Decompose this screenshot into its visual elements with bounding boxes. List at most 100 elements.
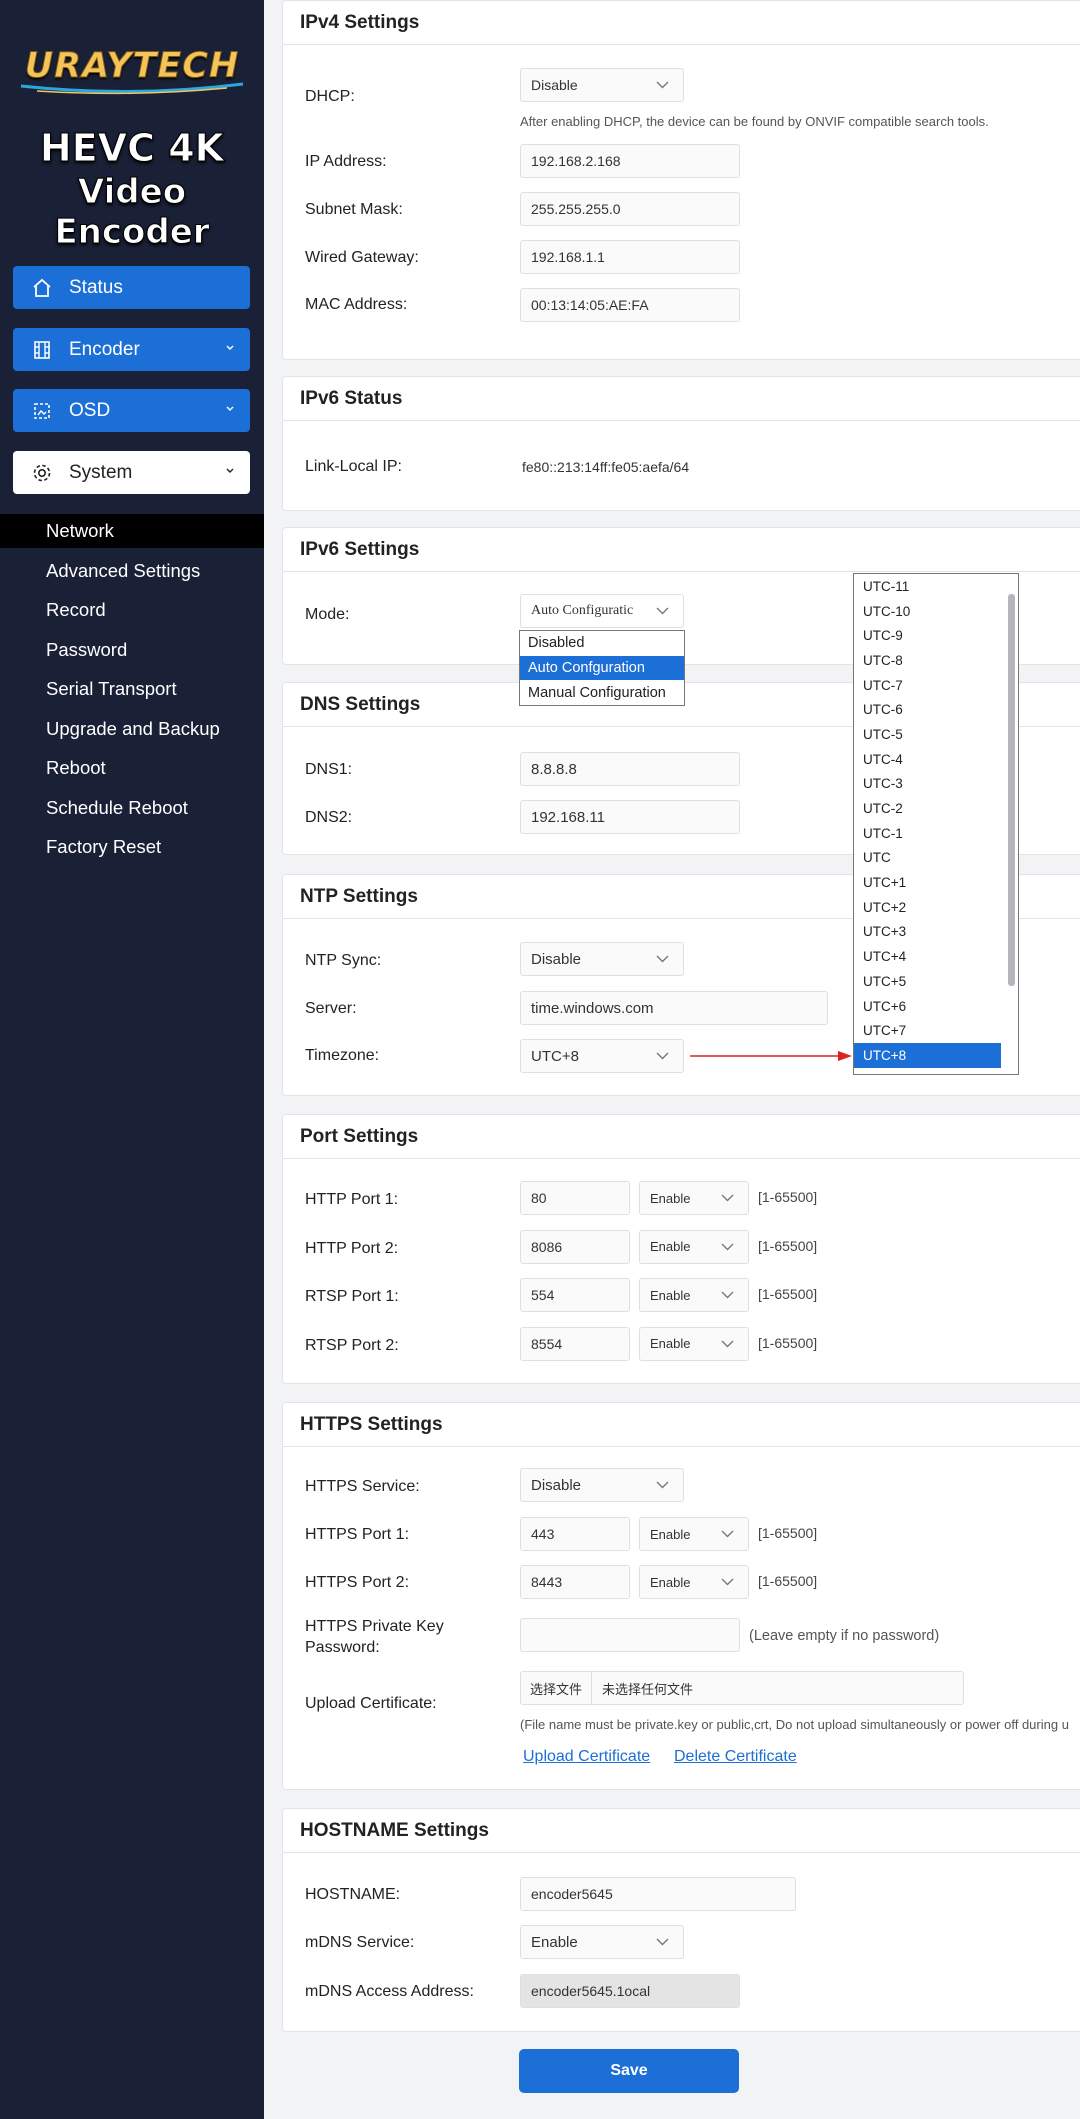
timezone-option[interactable]: UTC+8	[854, 1043, 1001, 1068]
timezone-option[interactable]: UTC-11	[854, 574, 1001, 599]
https-port1-state-select[interactable]: Enable	[639, 1517, 749, 1551]
timezone-option[interactable]: UTC-9	[854, 623, 1001, 648]
port-input[interactable]: 554	[520, 1278, 630, 1312]
timezone-option[interactable]: UTC-3	[854, 772, 1001, 797]
https-port1-state: Enable	[650, 1526, 691, 1542]
timezone-option[interactable]: UTC-4	[854, 747, 1001, 772]
timezone-option[interactable]: UTC-5	[854, 722, 1001, 747]
nav-system-label: System	[69, 461, 133, 483]
chevron-down-icon	[721, 1291, 734, 1299]
dns2-input[interactable]: 192.168.11	[520, 800, 740, 834]
delete-certificate-link[interactable]: Delete Certificate	[674, 1748, 797, 1766]
sidebar-item-label: Password	[46, 639, 128, 660]
sidebar-item-upgrade-backup[interactable]: Upgrade and Backup	[0, 712, 264, 746]
ntp-sync-select[interactable]: Disable	[520, 942, 684, 976]
timezone-select[interactable]: UTC+8	[520, 1039, 684, 1073]
mac-address-input[interactable]: 00:13:14:05:AE:FA	[520, 288, 740, 322]
subnet-mask-input[interactable]: 255.255.255.0	[520, 192, 740, 226]
port-label: RTSP Port 1:	[305, 1288, 399, 1305]
timezone-option[interactable]: UTC-1	[854, 821, 1001, 846]
nav-status[interactable]: Status	[13, 266, 250, 309]
certificate-file-picker[interactable]: 选择文件 未选择任何文件	[520, 1671, 964, 1705]
timezone-option[interactable]: UTC+1	[854, 870, 1001, 895]
gateway-input[interactable]: 192.168.1.1	[520, 240, 740, 274]
ntp-server-input[interactable]: time.windows.com	[520, 991, 828, 1025]
ipv6-mode-select-value: Auto Configuratic	[531, 603, 634, 618]
port-input[interactable]: 8086	[520, 1229, 630, 1264]
ipv6-status-panel: IPv6 Status Link-Local IP: fe80::213:14f…	[282, 376, 1080, 511]
chevron-down-icon	[721, 1530, 734, 1538]
timezone-option[interactable]: UTC+3	[854, 920, 1001, 945]
mode-option-auto[interactable]: Auto Confguration	[520, 655, 684, 681]
ipv6-mode-select[interactable]: Auto Configuratic	[520, 594, 684, 628]
red-arrow-icon	[690, 1051, 852, 1061]
timezone-option[interactable]: UTC-6	[854, 697, 1001, 722]
timezone-scrollbar[interactable]	[1008, 594, 1015, 986]
https-service-select[interactable]: Disable	[520, 1468, 684, 1502]
nav-encoder[interactable]: Encoder	[13, 328, 250, 371]
port-state-select[interactable]: Enable	[639, 1278, 749, 1312]
port-state-select[interactable]: Enable	[639, 1229, 749, 1264]
sidebar-item-serial-transport[interactable]: Serial Transport	[0, 672, 264, 706]
ip-address-input[interactable]: 192.168.2.168	[520, 144, 740, 178]
chevron-down-icon	[656, 81, 669, 89]
dns1-input[interactable]: 8.8.8.8	[520, 752, 740, 786]
sidebar-item-schedule-reboot[interactable]: Schedule Reboot	[0, 791, 264, 825]
https-port2-range: [1-65500]	[758, 1573, 818, 1589]
port-state-select[interactable]: Enable	[639, 1181, 749, 1215]
chevron-down-icon	[656, 1481, 669, 1489]
osd-icon	[34, 403, 50, 419]
sidebar-item-reboot[interactable]: Reboot	[0, 751, 264, 785]
mode-option-manual[interactable]: Manual Configuration	[520, 680, 684, 705]
mdns-service-select[interactable]: Enable	[520, 1925, 684, 1959]
sidebar-item-factory-reset[interactable]: Factory Reset	[0, 830, 264, 864]
upload-certificate-link[interactable]: Upload Certificate	[523, 1748, 650, 1766]
port-state-select[interactable]: Enable	[639, 1326, 749, 1361]
private-key-password-input[interactable]	[520, 1618, 740, 1652]
chevron-down-icon	[226, 468, 234, 473]
hostname-input[interactable]: encoder5645	[520, 1877, 796, 1911]
https-service-value: Disable	[531, 1476, 582, 1494]
port-input[interactable]: 8554	[520, 1326, 630, 1361]
timezone-option[interactable]: UTC-10	[854, 599, 1001, 624]
choose-file-button[interactable]: 选择文件	[521, 1672, 593, 1704]
https-port2-state-select[interactable]: Enable	[639, 1565, 749, 1599]
product-name-line2: Video Encoder	[54, 172, 210, 253]
chevron-down-icon	[721, 1243, 734, 1250]
nav-osd[interactable]: OSD	[13, 389, 250, 432]
timezone-option[interactable]: UTC+6	[854, 994, 1001, 1019]
chevron-down-icon	[226, 406, 234, 411]
timezone-option[interactable]: UTC-2	[854, 796, 1001, 821]
sidebar-item-network[interactable]: Network	[0, 514, 264, 548]
film-icon	[34, 341, 50, 359]
link-local-value: fe80::213:14ff:fe05:aefa/64	[522, 459, 690, 475]
port-range: [1-65500]	[758, 1334, 818, 1351]
timezone-option[interactable]: UTC-8	[854, 648, 1001, 673]
sidebar-item-record[interactable]: Record	[0, 593, 264, 627]
nav-system[interactable]: System	[13, 451, 250, 494]
chevron-down-icon	[721, 1578, 734, 1586]
private-key-hint: (Leave empty if no password)	[749, 1628, 940, 1644]
timezone-option[interactable]: UTC+2	[854, 895, 1001, 920]
sidebar-item-password[interactable]: Password	[0, 633, 264, 667]
timezone-option[interactable]: UTC+5	[854, 969, 1001, 994]
mdns-address-label: mDNS Access Address:	[305, 1983, 474, 2000]
timezone-option[interactable]: UTC+7	[854, 1018, 1001, 1043]
timezone-option[interactable]: UTC	[854, 846, 1001, 871]
save-button[interactable]: Save	[519, 2049, 739, 2093]
port-input[interactable]: 80	[520, 1181, 630, 1215]
https-title: HTTPS Settings	[283, 1403, 1080, 1447]
https-port2-input[interactable]: 8443	[520, 1565, 630, 1599]
subnet-mask-label: Subnet Mask:	[305, 201, 403, 218]
ipv6-mode-options: Disabled Auto Confguration Manual Config…	[519, 630, 685, 706]
dhcp-label: DHCP:	[305, 88, 355, 105]
dhcp-select[interactable]: Disable	[520, 68, 684, 102]
mode-option-disabled[interactable]: Disabled	[520, 631, 684, 656]
ntp-sync-value: Disable	[531, 950, 582, 968]
https-port1-input[interactable]: 443	[520, 1517, 630, 1551]
nav-osd-label: OSD	[69, 399, 111, 421]
timezone-options[interactable]: UTC-11 UTC-10 UTC-9 UTC-8 UTC-7 UTC-6 UTC-5 UTC…	[853, 573, 1019, 1075]
timezone-option[interactable]: UTC-7	[854, 673, 1001, 698]
timezone-option[interactable]: UTC+4	[854, 944, 1001, 969]
sidebar-item-advanced-settings[interactable]: Advanced Settings	[0, 554, 264, 588]
